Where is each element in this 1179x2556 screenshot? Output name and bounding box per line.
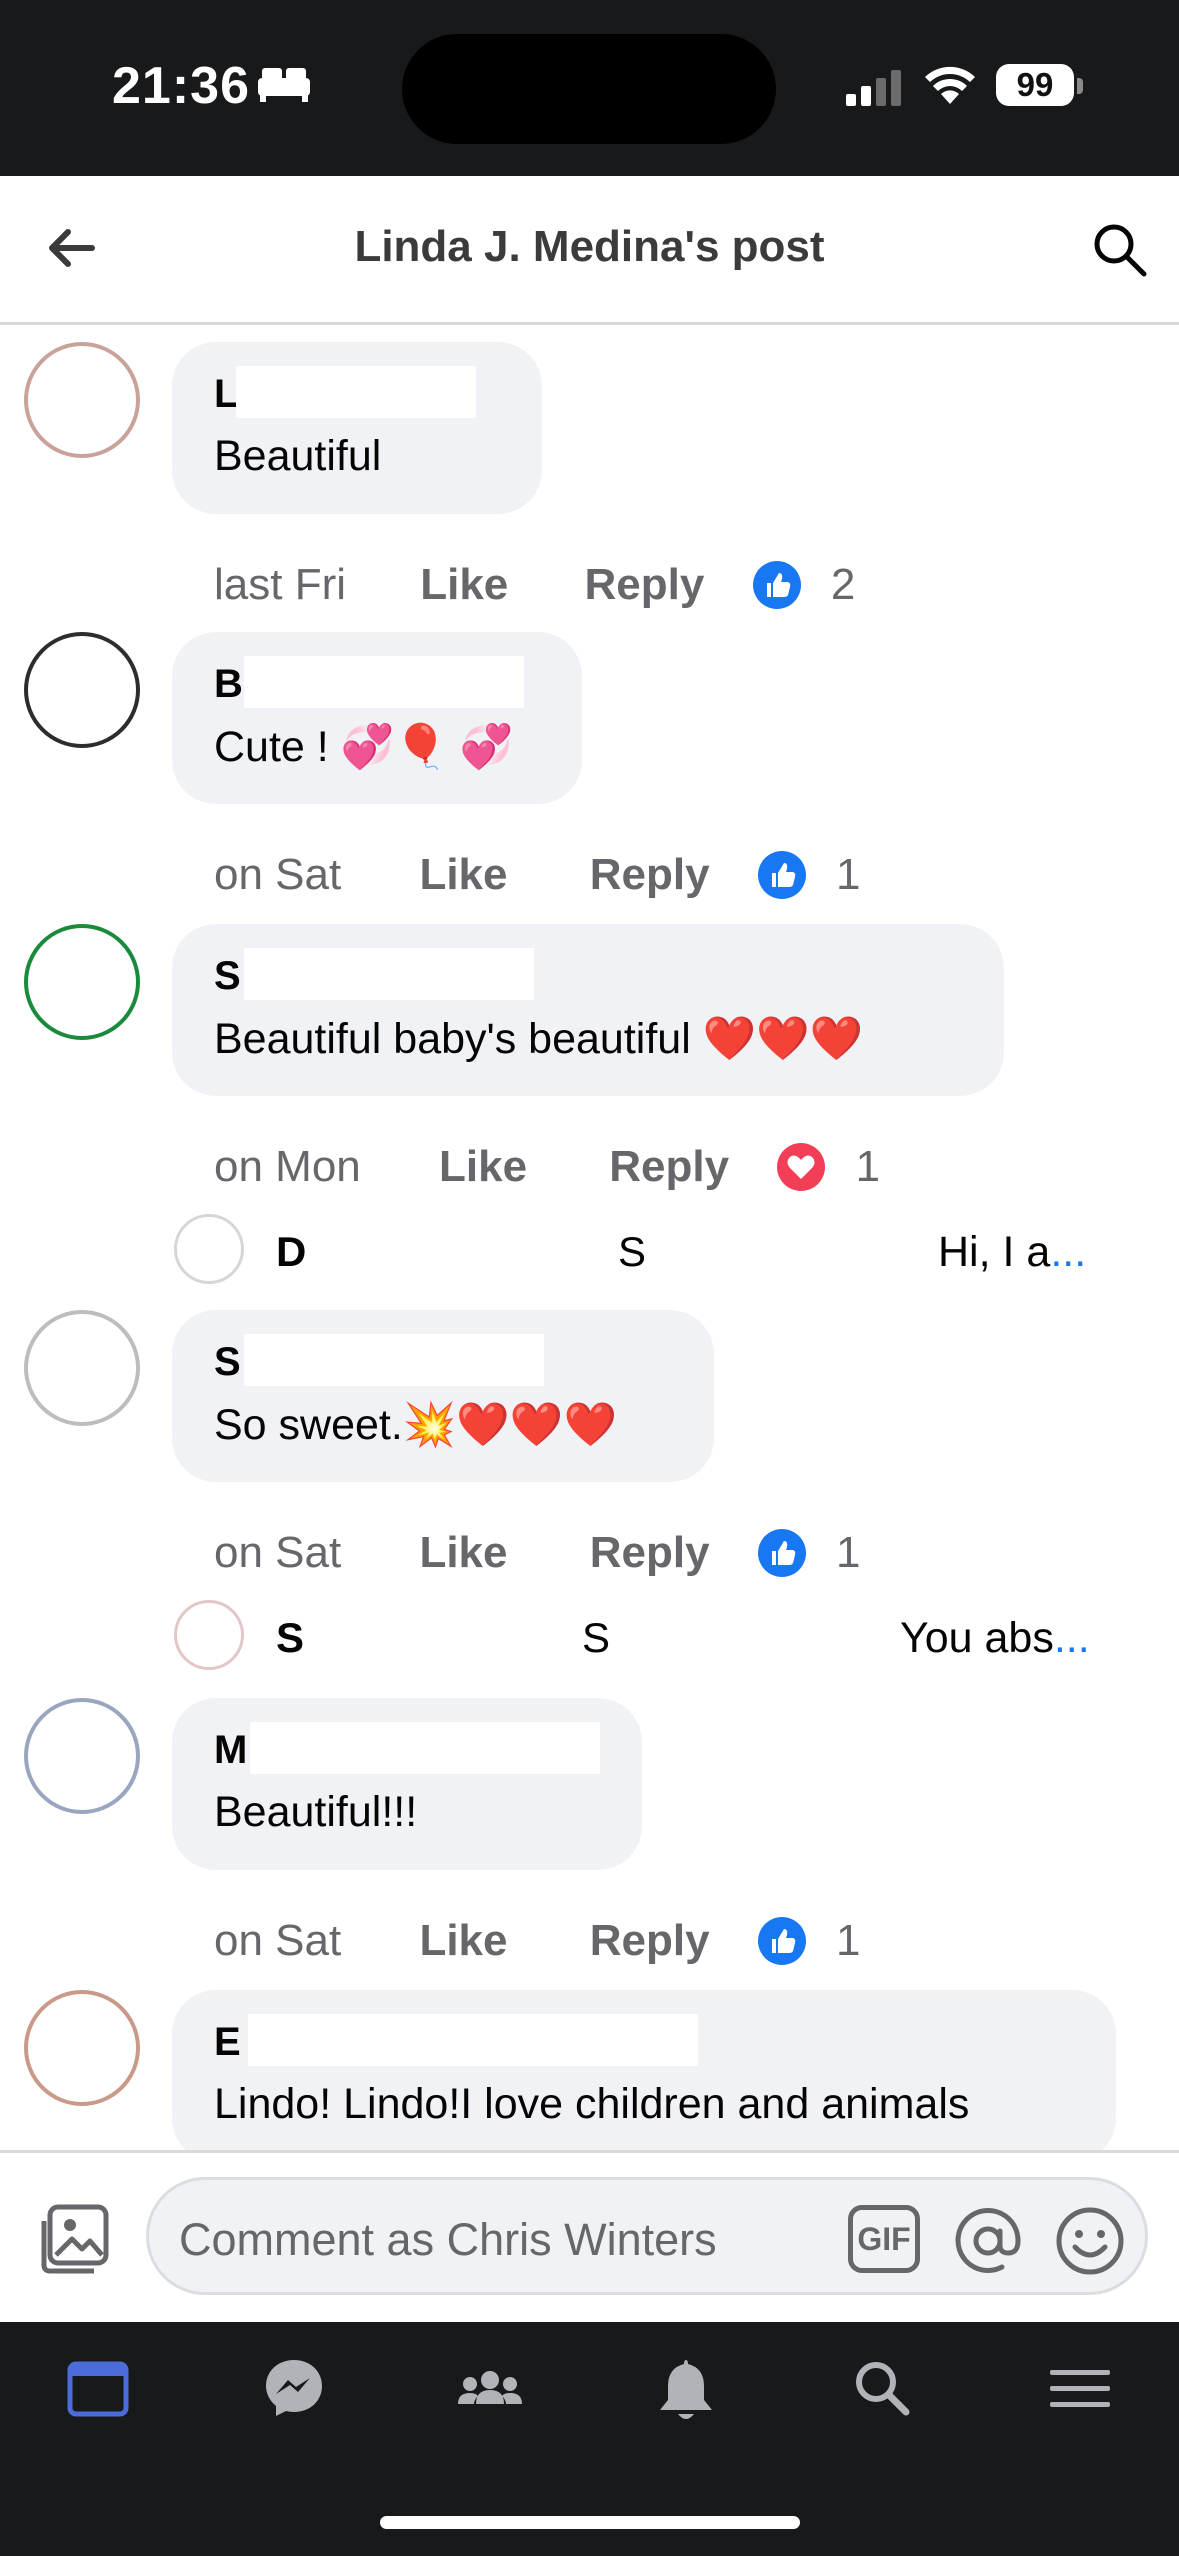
- avatar[interactable]: [24, 1310, 140, 1426]
- comment-meta: last Fri Like Reply 2: [214, 558, 855, 610]
- comment-bubble[interactable]: E Lindo! Lindo!I love children and anima…: [172, 1990, 1116, 2150]
- like-reaction-icon[interactable]: [752, 561, 801, 610]
- comment-author[interactable]: L: [214, 366, 500, 424]
- comment-placeholder: Comment as Chris Winters: [179, 2214, 717, 2265]
- like-button[interactable]: Like: [419, 850, 507, 900]
- notifications-icon[interactable]: [654, 2356, 718, 2424]
- status-time: 21:36: [112, 57, 250, 115]
- emoji-icon[interactable]: [1054, 2205, 1126, 2277]
- search-icon[interactable]: [850, 2356, 914, 2420]
- comment-bubble[interactable]: B Cute ! 💞🎈 💞: [172, 632, 582, 804]
- reaction-count[interactable]: 1: [836, 850, 860, 900]
- menu-icon[interactable]: [1046, 2356, 1114, 2420]
- comment-author[interactable]: S: [214, 948, 962, 1006]
- like-button[interactable]: Like: [439, 1142, 527, 1192]
- redaction: [248, 2014, 698, 2066]
- redaction: [236, 366, 476, 418]
- reply-avatar[interactable]: [174, 1600, 244, 1670]
- reaction-count[interactable]: 1: [836, 1916, 860, 1966]
- like-reaction-icon[interactable]: [757, 1529, 806, 1578]
- comment-author[interactable]: M: [214, 1722, 600, 1780]
- comment-meta: on Mon Like Reply 1: [214, 1140, 880, 1192]
- reply-text-preview: You abs...: [900, 1614, 1090, 1662]
- reply-button[interactable]: Reply: [590, 1916, 710, 1966]
- like-button[interactable]: Like: [419, 1916, 507, 1966]
- reply-avatar[interactable]: [174, 1214, 244, 1284]
- comment-author[interactable]: B: [214, 656, 540, 714]
- home-indicator: [380, 2516, 800, 2529]
- avatar[interactable]: [24, 924, 140, 1040]
- comment-composer: Comment as Chris Winters GIF: [0, 2150, 1179, 2325]
- reply-text-start: S: [618, 1228, 647, 1275]
- comment-time: on Mon: [214, 1142, 361, 1192]
- battery-cap: [1077, 78, 1083, 94]
- comment-text: Beautiful baby's beautiful ❤️❤️❤️: [214, 1015, 864, 1063]
- comment-bubble[interactable]: S So sweet.💥❤️❤️❤️: [172, 1310, 714, 1482]
- comment-text: Beautiful: [214, 432, 382, 480]
- reply-text-start: S: [582, 1614, 611, 1661]
- love-reaction-icon[interactable]: [777, 1143, 826, 1192]
- avatar[interactable]: [24, 1698, 140, 1814]
- like-reaction-icon[interactable]: [757, 851, 806, 900]
- cellular-signal-icon: [846, 70, 901, 106]
- reply-preview[interactable]: D S Hi, I a...: [172, 1214, 1172, 1286]
- home-icon[interactable]: [66, 2356, 130, 2420]
- reply-button[interactable]: Reply: [590, 850, 710, 900]
- comment-time: on Sat: [214, 1528, 342, 1578]
- reply-button[interactable]: Reply: [585, 560, 705, 610]
- reply-preview[interactable]: S S You abs...: [172, 1600, 1172, 1672]
- more-link[interactable]: ...: [1050, 1228, 1086, 1276]
- reaction-count[interactable]: 1: [856, 1142, 880, 1192]
- comment-text: Cute ! 💞🎈 💞: [214, 723, 514, 771]
- sleep-focus-icon: [258, 68, 310, 102]
- comment-bubble[interactable]: S Beautiful baby's beautiful ❤️❤️❤️: [172, 924, 1004, 1096]
- comment-meta: on Sat Like Reply 1: [214, 848, 861, 900]
- avatar[interactable]: [24, 342, 140, 458]
- gif-icon[interactable]: GIF: [848, 2205, 920, 2273]
- comment-bubble[interactable]: M Beautiful!!!: [172, 1698, 642, 1870]
- reply-author[interactable]: D: [276, 1228, 306, 1276]
- reaction-count[interactable]: 1: [836, 1528, 860, 1578]
- messenger-icon[interactable]: [262, 2356, 326, 2420]
- comment-text: Beautiful!!!: [214, 1788, 418, 1836]
- like-button[interactable]: Like: [420, 560, 508, 610]
- comment-time: on Sat: [214, 1916, 342, 1966]
- redaction: [244, 656, 524, 708]
- photo-icon[interactable]: [36, 2203, 112, 2277]
- reply-button[interactable]: Reply: [609, 1142, 729, 1192]
- mention-icon[interactable]: [952, 2205, 1024, 2277]
- reply-author[interactable]: S: [276, 1614, 304, 1662]
- reply-text-preview: Hi, I a...: [938, 1228, 1087, 1276]
- comment-time: last Fri: [214, 560, 346, 610]
- comment-bubble[interactable]: L Beautiful: [172, 342, 542, 514]
- comment-text: So sweet.💥❤️❤️❤️: [214, 1401, 617, 1449]
- dynamic-island: [402, 34, 776, 144]
- redaction: [250, 1722, 600, 1774]
- like-reaction-icon[interactable]: [757, 1917, 806, 1966]
- comment-meta: on Sat Like Reply 1: [214, 1914, 861, 1966]
- search-icon[interactable]: [1090, 220, 1150, 280]
- comment-time: on Sat: [214, 850, 342, 900]
- comment-meta: on Sat Like Reply 1: [214, 1526, 861, 1578]
- redaction: [244, 948, 534, 1000]
- avatar[interactable]: [24, 632, 140, 748]
- redaction: [244, 1334, 544, 1386]
- comments-list[interactable]: L Beautiful last Fri Like Reply 2 B Cute…: [0, 324, 1179, 2150]
- post-header: Linda J. Medina's post: [0, 176, 1179, 325]
- battery-indicator: 99: [996, 64, 1074, 106]
- page-title: Linda J. Medina's post: [354, 222, 825, 271]
- gif-label: GIF: [857, 2221, 911, 2257]
- groups-icon[interactable]: [456, 2356, 524, 2420]
- avatar[interactable]: [24, 1990, 140, 2106]
- reply-button[interactable]: Reply: [590, 1528, 710, 1578]
- comment-text: Lindo! Lindo!I love children and animals: [214, 2080, 970, 2128]
- comment-author[interactable]: S: [214, 1334, 672, 1392]
- wifi-icon: [925, 66, 975, 104]
- like-button[interactable]: Like: [419, 1528, 507, 1578]
- comment-author[interactable]: E: [214, 2014, 1074, 2072]
- more-link[interactable]: ...: [1054, 1614, 1090, 1662]
- status-bar: 21:36 99: [0, 0, 1179, 176]
- reaction-count[interactable]: 2: [831, 560, 855, 610]
